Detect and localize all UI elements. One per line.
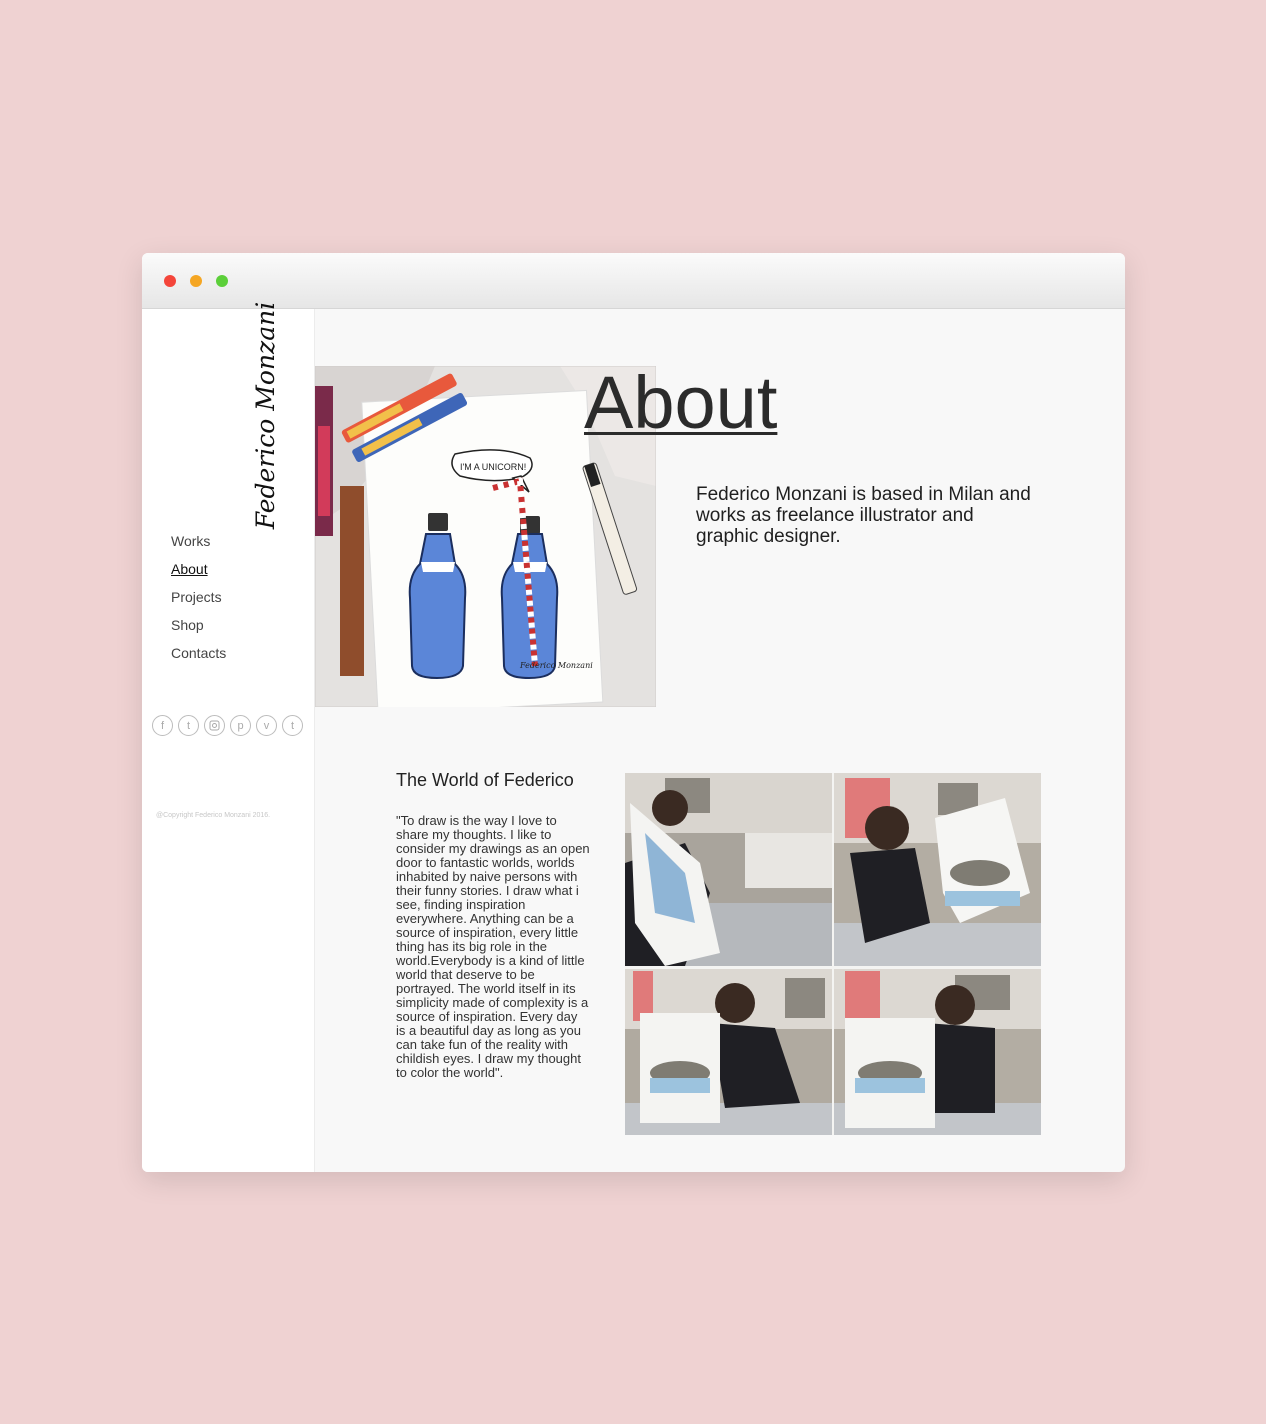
- sidebar: Federico Monzani Works About Projects Sh…: [142, 301, 315, 1172]
- copyright-text: @Copyright Federico Monzani 2016.: [156, 812, 271, 819]
- nav-contacts[interactable]: Contacts: [171, 639, 226, 667]
- tumblr-icon[interactable]: t: [282, 715, 303, 736]
- nav-shop[interactable]: Shop: [171, 611, 226, 639]
- signature-text: Federico Monzani: [519, 661, 593, 670]
- pinterest-icon[interactable]: p: [230, 715, 251, 736]
- instagram-icon[interactable]: [204, 715, 225, 736]
- minimize-window-button[interactable]: [190, 275, 202, 287]
- window-titlebar: [142, 253, 1125, 309]
- intro-text: Federico Monzani is based in Milan and w…: [696, 484, 1031, 547]
- nav-projects[interactable]: Projects: [171, 583, 226, 611]
- site-logo[interactable]: Federico Monzani: [252, 301, 281, 528]
- speech-bubble-text: I'M A UNICORN!: [460, 462, 526, 472]
- zoom-window-button[interactable]: [216, 275, 228, 287]
- gallery-photo-3[interactable]: [625, 969, 832, 1135]
- main-nav: Works About Projects Shop Contacts: [171, 527, 226, 667]
- world-heading: The World of Federico: [396, 770, 574, 790]
- nav-about[interactable]: About: [171, 555, 226, 583]
- photo-gallery: [625, 773, 1041, 1135]
- page-title: About: [584, 361, 778, 444]
- vimeo-icon[interactable]: v: [256, 715, 277, 736]
- browser-window: Federico Monzani Works About Projects Sh…: [142, 253, 1125, 1172]
- facebook-icon[interactable]: f: [152, 715, 173, 736]
- nav-works[interactable]: Works: [171, 527, 226, 555]
- logo-text: Federico Monzani: [251, 301, 281, 529]
- gallery-photo-4[interactable]: [834, 969, 1041, 1135]
- close-window-button[interactable]: [164, 275, 176, 287]
- social-links: f t p v t: [152, 715, 303, 736]
- gallery-photo-1[interactable]: [625, 773, 832, 966]
- twitter-icon[interactable]: t: [178, 715, 199, 736]
- gallery-photo-2[interactable]: [834, 773, 1041, 966]
- world-quote: "To draw is the way I love to share my t…: [396, 813, 590, 1080]
